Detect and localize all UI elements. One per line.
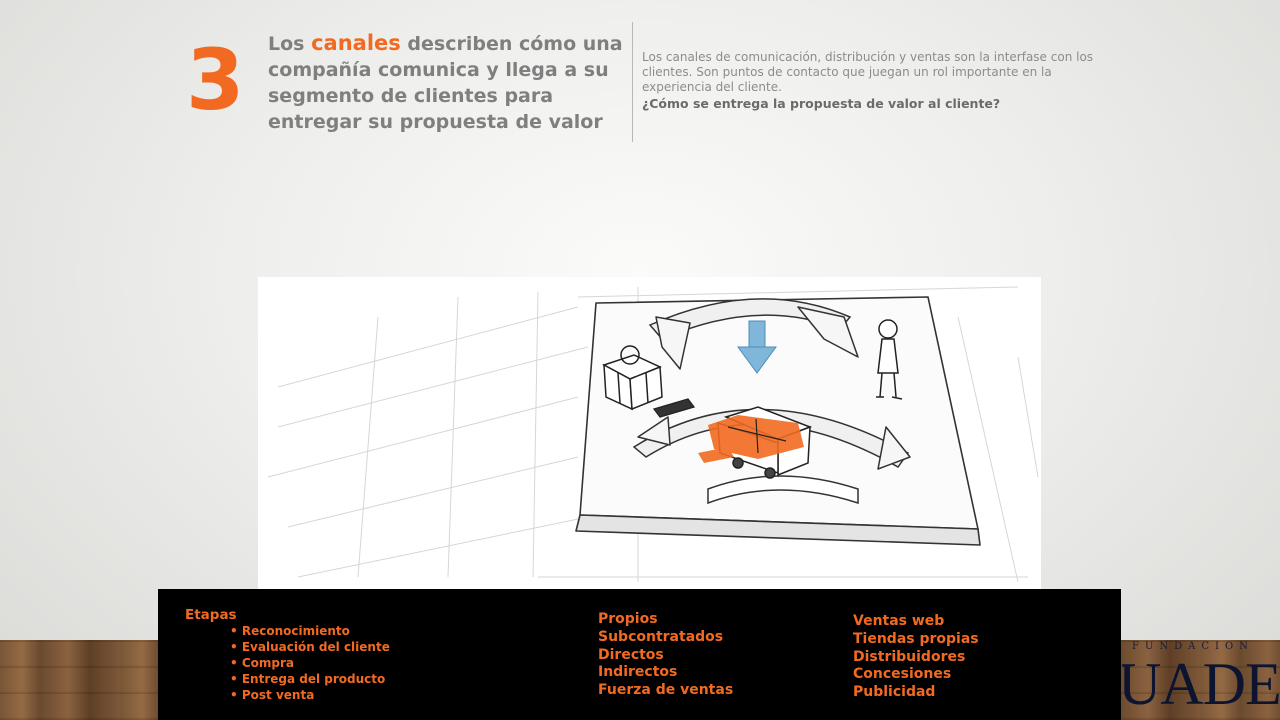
uade-logo: FUNDACION UADE [1122, 640, 1280, 720]
description-question: ¿Cómo se entrega la propuesta de valor a… [642, 96, 1001, 111]
heading-highlight: canales [311, 31, 401, 55]
slide-number: 3 [186, 31, 245, 129]
channel-types-column: Propios Subcontratados Directos Indirect… [598, 611, 733, 700]
list-item: Compra [230, 655, 390, 671]
list-item: Propios [598, 611, 658, 627]
stages-list: Reconocimiento Evaluación del cliente Co… [185, 623, 390, 703]
description-block: Los canales de comunicación, distribució… [642, 50, 1122, 111]
list-item: Distribuidores [853, 648, 966, 665]
list-item: Entrega del producto [230, 671, 390, 687]
heading-prefix: Los [268, 33, 312, 55]
list-item: Concesiones [853, 666, 952, 683]
logo-big-text: UADE [1122, 651, 1280, 717]
channel-examples-column: Ventas web Tiendas propias Distribuidore… [853, 613, 979, 702]
channels-illustration [258, 277, 1041, 589]
stages-title: Etapas [185, 607, 237, 623]
list-item: Fuerza de ventas [598, 682, 734, 699]
list-item: Publicidad [853, 684, 936, 701]
list-item: Subcontratados [598, 628, 724, 645]
list-item: Directos [598, 646, 664, 663]
info-box: Etapas Reconocimiento Evaluación del cli… [158, 589, 1121, 720]
description-text: Los canales de comunicación, distribució… [642, 50, 1094, 94]
list-item: Ventas web [853, 613, 945, 629]
slide-heading: Los canales describen cómo una compañía … [268, 30, 628, 135]
list-item: Post venta [230, 687, 390, 703]
list-item: Indirectos [598, 664, 678, 681]
stages-column: Etapas Reconocimiento Evaluación del cli… [185, 607, 390, 703]
business-model-sketch-icon [267, 286, 1039, 583]
vertical-divider [632, 22, 633, 142]
list-item: Evaluación del cliente [230, 639, 390, 655]
list-item: Reconocimiento [230, 623, 390, 639]
list-item: Tiendas propias [853, 630, 979, 647]
